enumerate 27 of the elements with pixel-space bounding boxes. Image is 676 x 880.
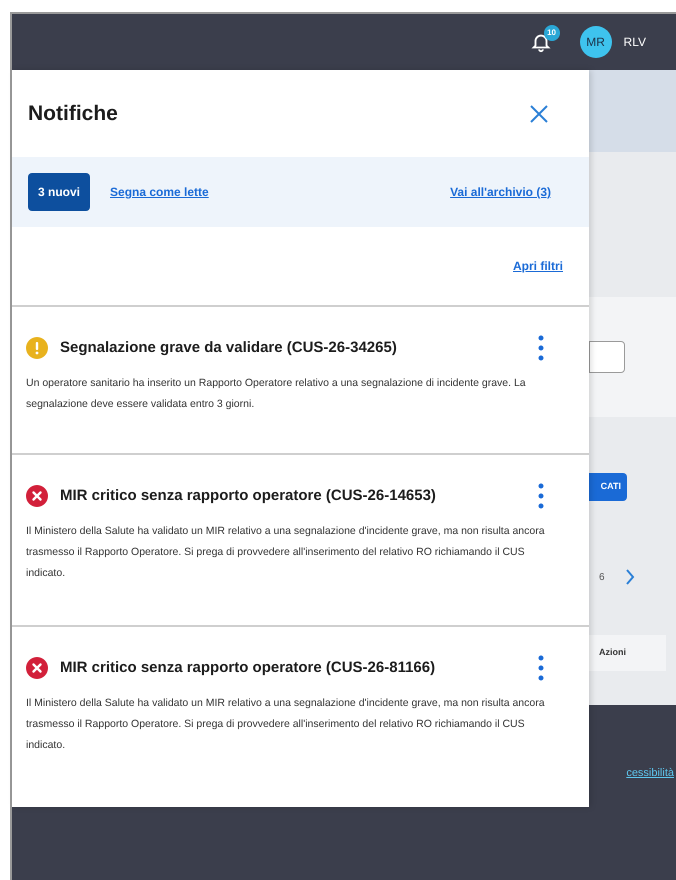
notification-text: Il Ministero della Salute ha validato un MIR relativo a una segnalazione d'incidente grave, ma non risulta ancora trasmesso il Rapporto Operatore. Si prega di provvedere all'inserimento del relativo RO richiamando il CUS indicato. xyxy=(26,524,546,581)
notification-title: Segnalazione grave da validare (CUS-26-34265) xyxy=(60,338,398,358)
search-button[interactable]: CATI xyxy=(589,473,627,501)
notification-title: MIR critico senza rapporto operatore (CUS-26-81166) xyxy=(60,658,436,678)
notification-text: Il Ministero della Salute ha validato un MIR relativo a una segnalazione d'incidente grave, ma non risulta ancora trasmesso il Rapporto Operatore. Si prega di provvedere all'inserimento del relativo RO richiamando il CUS indicato. xyxy=(26,696,546,753)
chevron-right-icon[interactable] xyxy=(624,569,635,585)
notification-title: MIR critico senza rapporto operatore (CUS-26-14653) xyxy=(60,486,437,506)
archive-link[interactable]: Vai all'archivio (3) xyxy=(450,183,551,201)
open-filters-link[interactable]: Apri filtri xyxy=(513,257,563,275)
accessibility-link[interactable]: cessibilità xyxy=(626,765,674,782)
error-icon xyxy=(26,485,48,507)
mark-as-read-link[interactable]: Segna come lette xyxy=(110,183,209,201)
user-name: RLV xyxy=(624,34,646,51)
page-number[interactable]: 6 xyxy=(599,570,605,584)
input-field[interactable] xyxy=(589,341,625,373)
vertical-dots-icon xyxy=(538,655,544,681)
vertical-dots-icon xyxy=(538,483,544,509)
notification-text: Un operatore sanitario ha inserito un Rapporto Operatore relativo a una segnalazione di incidente grave. La segnalazione deve essere validata entro 3 giorni. xyxy=(26,376,527,412)
column-header: Azioni xyxy=(599,646,626,660)
panel-title: Notifiche xyxy=(28,100,118,127)
notification-badge: 10 xyxy=(544,25,560,41)
user-avatar[interactable]: MR xyxy=(580,26,612,58)
vertical-dots-icon xyxy=(538,335,544,361)
new-notifications-button[interactable]: 3 nuovi xyxy=(28,173,90,211)
error-icon xyxy=(26,657,48,679)
warning-icon xyxy=(26,337,48,359)
close-icon xyxy=(530,104,548,122)
